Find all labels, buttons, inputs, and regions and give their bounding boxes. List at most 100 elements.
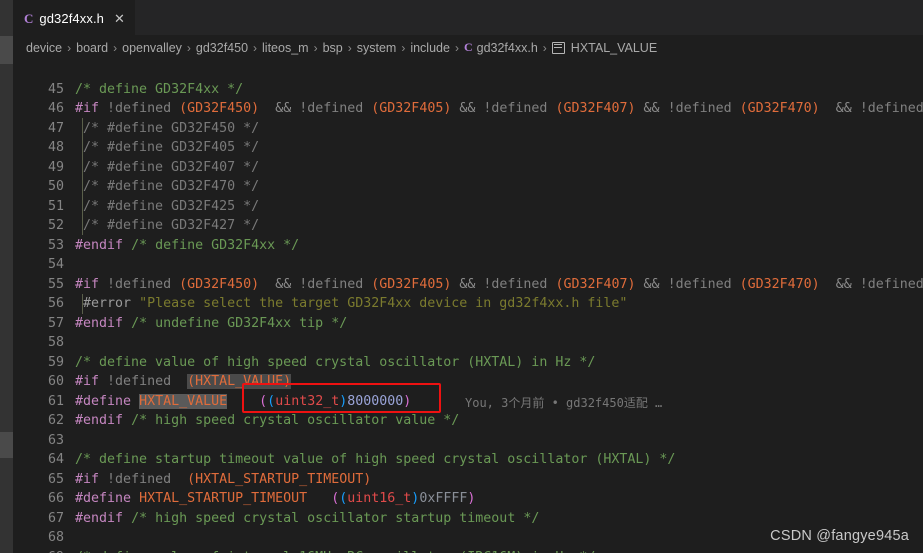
macro-token: (HXTAL_STARTUP_TIMEOUT) [187,471,372,487]
code-line[interactable]: 63 #endif /* high speed crystal oscillat… [13,411,923,448]
macro-token: (GD32F407) [555,101,636,116]
inner-paren-open: ( [267,393,276,409]
code-area[interactable]: 45 46 /* define GD32F4xx */ 47 #if !defi… [13,60,923,553]
line-content: #if !defined (GD32F450) && !defined (GD3… [75,275,923,295]
code-line[interactable]: 51 /* #define GD32F470 */ [13,177,923,214]
defined-op: !defined [483,276,548,292]
breadcrumb-item-gd32f450[interactable]: gd32f450 [196,41,248,55]
macro-token: (GD32F470) [739,276,820,292]
defined-op: !defined [299,101,364,116]
comment-token: /* #define GD32F450 */ [83,120,260,136]
line-content: /* define value of internal 16MHz RC osc… [75,548,595,553]
defined-op: !defined [667,101,732,116]
code-line[interactable]: 59 [13,333,923,370]
breadcrumb-label: gd32f450 [195,40,249,55]
breadcrumb-separator: › [253,40,258,55]
defined-op: !defined [483,101,548,116]
code-line[interactable]: 58 #endif /* undefine GD32F4xx tip */ [13,314,923,351]
code-line[interactable]: 65 /* define startup timeout value of hi… [13,450,923,487]
c-file-icon: C [24,10,34,26]
code-line[interactable]: 45 [13,60,923,97]
line-content: /* #define GD32F470 */ [83,177,259,197]
breadcrumb-separator: › [67,40,72,55]
line-content: #endif /* high speed crystal oscillator … [75,509,539,529]
line-content: #if !defined (HXTAL_STARTUP_TIMEOUT) [75,470,371,490]
comment-token: /* define startup timeout value of high … [75,452,676,467]
activity-bar-marker-middle [0,432,13,458]
breadcrumb-item-system[interactable]: system [357,41,397,55]
comment-token: /* high speed crystal oscillator startup… [131,510,540,526]
line-content: #if !defined (GD32F450) && !defined (GD3… [75,99,923,119]
comment-token: /* #define GD32F470 */ [83,179,260,194]
code-line[interactable]: 68 #endif /* high speed crystal oscillat… [13,509,923,546]
code-line[interactable]: 57 #error "Please select the target GD32… [13,294,923,331]
defined-op: !defined [107,101,172,116]
defined-op: !defined [667,276,732,292]
directive-token: #if [75,101,100,116]
editor-tab-bar: C gd32f4xx.h ✕ [0,0,923,35]
breadcrumb-label: board [76,40,109,55]
code-line[interactable]: 55 [13,255,923,292]
outer-paren-close: ) [467,491,476,506]
breadcrumb-label: liteos_m [262,40,309,55]
code-line[interactable]: 50 /* #define GD32F407 */ [13,158,923,195]
defined-op: !defined [107,374,172,389]
code-line[interactable]: 54 #endif /* define GD32F4xx */ [13,236,923,273]
code-line[interactable]: 70 /* define value of internal 16MHz RC … [13,548,923,553]
code-line[interactable]: 60 /* define value of high speed crystal… [13,353,923,390]
defined-op: !defined [299,276,364,292]
macro-token: (GD32F470) [739,101,820,116]
line-content: /* define value of high speed crystal os… [75,353,595,373]
code-line[interactable]: 48 /* #define GD32F450 */ [13,119,923,156]
code-editor[interactable]: 45 46 /* define GD32F4xx */ 47 #if !defi… [0,60,923,553]
macro-token: (GD32F407) [555,276,636,292]
breadcrumb-item-device[interactable]: device [26,41,62,55]
line-content: /* define startup timeout value of high … [75,450,675,470]
breadcrumb-item-openvalley[interactable]: openvalley [122,41,182,55]
breadcrumb-label: system [356,40,397,55]
code-line[interactable]: 66 #if !defined (HXTAL_STARTUP_TIMEOUT) [13,470,923,507]
breadcrumb: device › board › openvalley › gd32f450 ›… [0,35,923,60]
comment-token: /* define GD32F4xx */ [75,81,244,97]
editor-tab-gd32f4xx-h[interactable]: C gd32f4xx.h ✕ [13,0,135,35]
directive-token: #endif [75,413,124,428]
directive-token: #endif [75,237,124,253]
breadcrumb-item-include[interactable]: include [410,41,450,55]
code-line[interactable]: 64 [13,431,923,467]
code-line[interactable]: 49 /* #define GD32F405 */ [13,138,923,175]
breadcrumb-item-liteos-m[interactable]: liteos_m [262,41,309,55]
and-op: && [275,101,292,116]
line-content: /* #define GD32F425 */ [83,197,259,217]
code-line[interactable]: 52 /* #define GD32F425 */ [13,197,923,234]
macro-token: (GD32F450) [179,101,260,116]
csdn-watermark: CSDN @fangye945a [770,528,909,544]
breadcrumb-item-gd32f4xx-h[interactable]: C gd32f4xx.h [464,40,538,55]
code-line[interactable]: 53 /* #define GD32F427 */ [13,216,923,253]
comment-token: /* define GD32F4xx */ [131,237,300,253]
breadcrumb-item-board[interactable]: board [76,41,108,55]
code-line[interactable]: 46 /* define GD32F4xx */ [13,80,923,117]
code-line[interactable]: 47 #if !defined (GD32F450) && !defined (… [13,99,923,136]
macro-name: HXTAL_STARTUP_TIMEOUT [139,491,308,506]
comment-token: /* #define GD32F427 */ [83,218,260,233]
activity-bar-sliver [0,0,13,553]
code-line[interactable]: 56 #if !defined (GD32F450) && !defined (… [13,275,923,312]
code-line[interactable]: 67 #define HXTAL_STARTUP_TIMEOUT ((uint1… [13,489,923,526]
breadcrumb-separator: › [401,40,406,55]
breadcrumb-separator: › [113,40,118,55]
directive-token: #endif [75,510,124,526]
breadcrumb-label: HXTAL_VALUE [570,40,658,55]
breadcrumb-item-bsp[interactable]: bsp [323,41,343,55]
breadcrumb-item-hxtal-value[interactable]: HXTAL_VALUE [551,40,658,55]
string-token: "Please select the target GD32F4xx devic… [139,296,628,311]
and-op: && [459,276,476,292]
line-content: #if !defined (HXTAL_VALUE) [75,372,292,392]
code-line[interactable]: 61 #if !defined (HXTAL_VALUE) [13,372,923,409]
close-icon[interactable]: ✕ [114,12,125,25]
code-line[interactable]: 62 #define HXTAL_VALUE ((uint32_t)800000… [13,392,923,428]
breadcrumb-label: device [26,40,63,55]
and-op: && [275,276,292,292]
macro-name-highlighted: HXTAL_VALUE [139,393,228,409]
macro-token: (GD32F405) [371,101,452,116]
symbol-constant-icon [551,41,565,54]
